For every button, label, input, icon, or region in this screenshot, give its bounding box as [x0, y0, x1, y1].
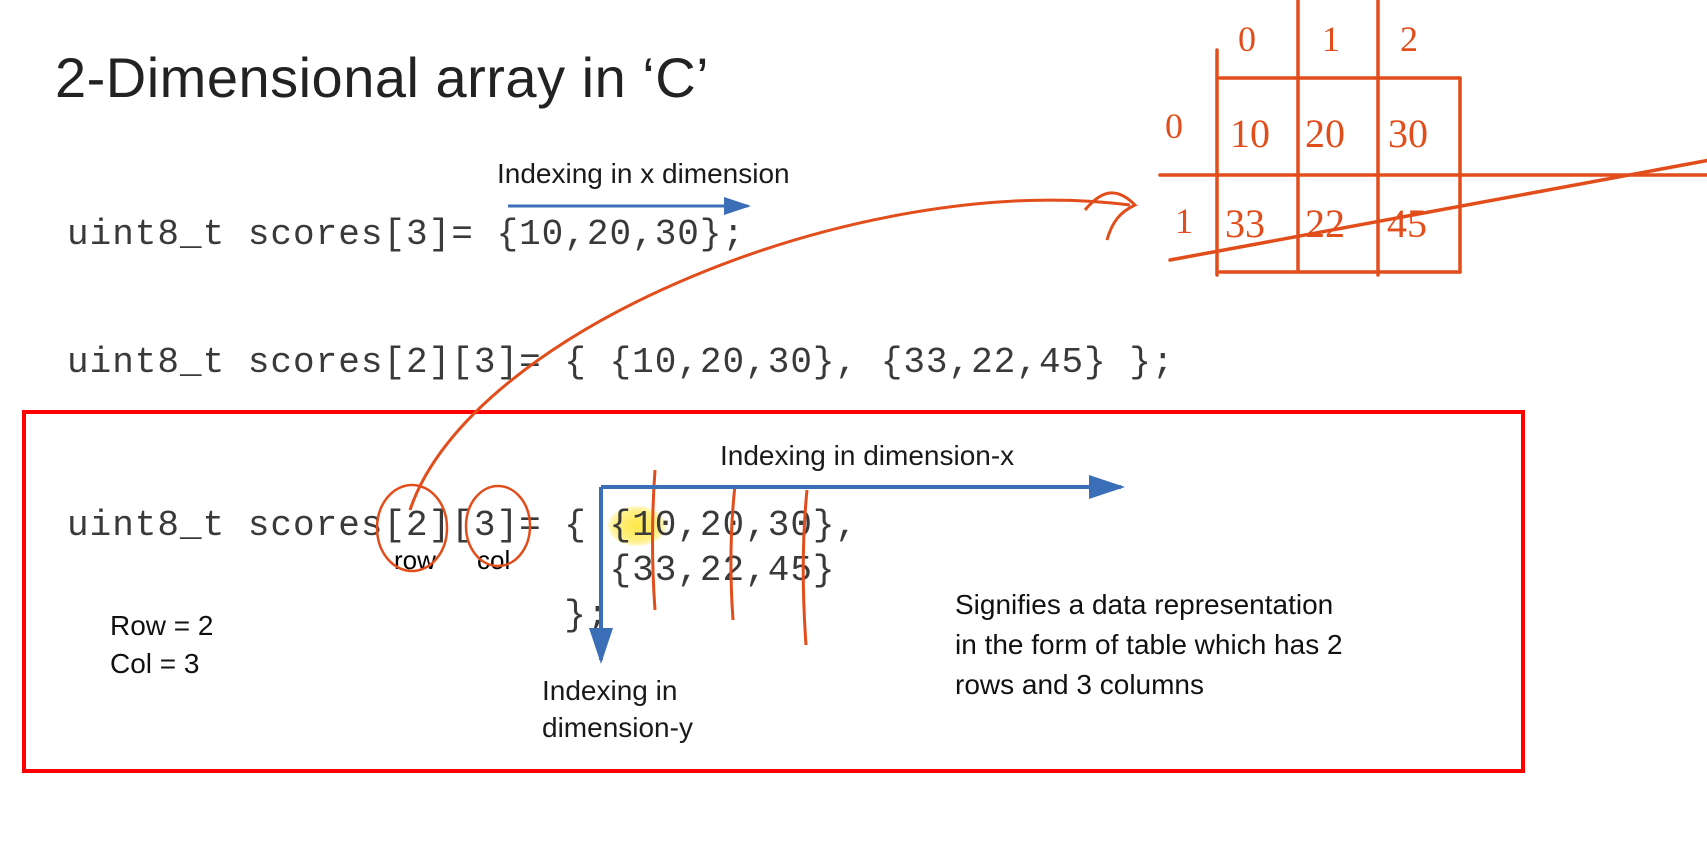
- label-indexing-y-l1: Indexing in: [542, 675, 677, 707]
- hand-row-header-0: 0: [1165, 105, 1183, 147]
- col-count: Col = 3: [110, 648, 200, 680]
- hand-col-header-0: 0: [1238, 18, 1256, 60]
- hand-cell-1-2: 45: [1387, 200, 1427, 247]
- hand-cell-0-2: 30: [1388, 110, 1428, 157]
- hand-cell-0-1: 20: [1305, 110, 1345, 157]
- hand-col-header-1: 1: [1322, 18, 1340, 60]
- hand-table-grid-icon: [1150, 0, 1707, 350]
- curve-arrow-icon: [380, 150, 1160, 530]
- signify-l2: in the form of table which has 2: [955, 625, 1343, 666]
- hand-row-header-1: 1: [1175, 200, 1193, 242]
- signify-l3: rows and 3 columns: [955, 665, 1204, 706]
- label-indexing-y-l2: dimension-y: [542, 712, 693, 744]
- row-count: Row = 2: [110, 610, 214, 642]
- hand-cell-1-1: 22: [1305, 200, 1345, 247]
- page-title: 2-Dimensional array in ‘C’: [55, 45, 709, 110]
- hand-col-header-2: 2: [1400, 18, 1418, 60]
- signify-l1: Signifies a data representation: [955, 585, 1333, 626]
- hand-cell-0-0: 10: [1230, 110, 1270, 157]
- hand-table: 0 1 2 0 1 10 20 30 33 22 45: [1150, 0, 1570, 350]
- hand-cell-1-0: 33: [1225, 200, 1265, 247]
